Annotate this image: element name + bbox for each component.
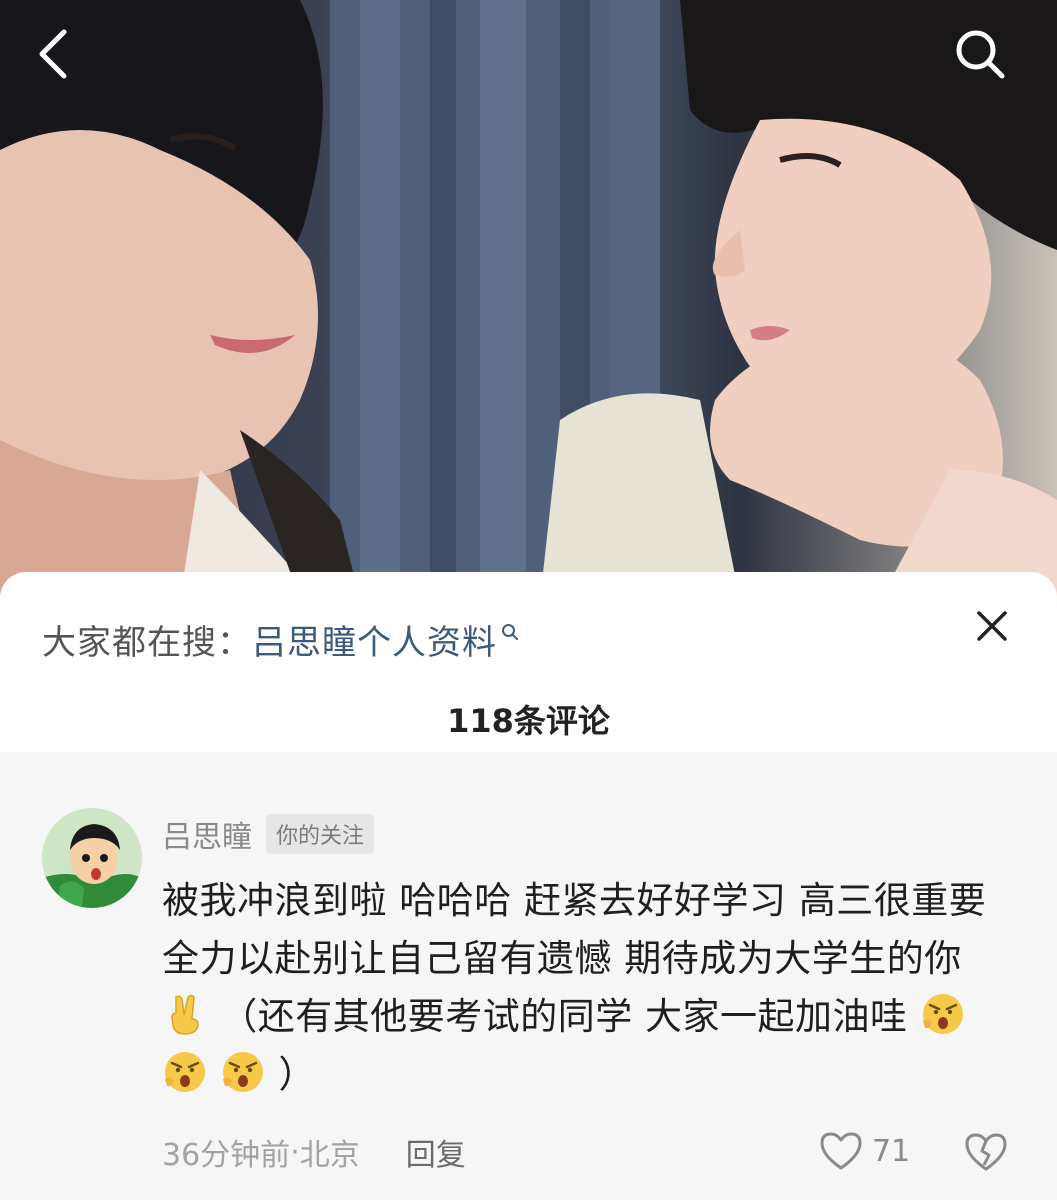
shouting-face-emoji (165, 1052, 205, 1092)
comment-body: 被我冲浪到啦 哈哈哈 赶紧去好好学习 高三很重要 全力以赴别让自己留有遗憾 期待… (162, 879, 987, 980)
author-row: 吕思瞳 你的关注 (162, 812, 375, 856)
small-search-icon (502, 624, 518, 640)
close-icon (977, 611, 1007, 641)
video-image (0, 0, 1057, 600)
victory-hand-emoji (171, 994, 199, 1035)
comment-location: 北京 (299, 1138, 360, 1173)
shouting-face-emoji (223, 1052, 264, 1092)
search-icon (956, 30, 1005, 79)
avatar[interactable] (42, 808, 142, 908)
like-count: 71 (872, 1133, 911, 1169)
shouting-face-emoji (922, 994, 963, 1034)
search-button[interactable] (950, 24, 1010, 84)
chevron-left-icon (39, 29, 67, 79)
hot-search-bar[interactable]: 大家都在搜： 吕思瞳个人资料 (42, 614, 519, 664)
comment-time: 36分钟前 (162, 1138, 291, 1173)
comment-body-end: ） (278, 1053, 317, 1096)
following-badge: 你的关注 (266, 814, 375, 854)
dislike-button[interactable] (960, 1126, 1012, 1178)
comment-count-title: 118条评论 (447, 702, 610, 740)
heart-outline-icon (820, 1132, 862, 1170)
comment-sheet: 大家都在搜： 吕思瞳个人资料 118条评论 吕思瞳 你的关注 被我冲浪到啦 哈哈… (0, 572, 1057, 1200)
cartoon-avatar-image (42, 808, 142, 908)
reply-button[interactable]: 回复 (406, 1130, 466, 1174)
comment-text[interactable]: 被我冲浪到啦 哈哈哈 赶紧去好好学习 高三很重要 全力以赴别让自己留有遗憾 期待… (162, 872, 1012, 1104)
author-name[interactable]: 吕思瞳 (162, 812, 252, 856)
comment-screen: 大家都在搜： 吕思瞳个人资料 118条评论 吕思瞳 你的关注 被我冲浪到啦 哈哈… (0, 0, 1057, 1200)
comment-meta: 36分钟前 · 北京 回复 (162, 1130, 466, 1174)
broken-heart-icon (965, 1133, 1007, 1171)
meta-separator: · (290, 1134, 300, 1170)
comment-item: 吕思瞳 你的关注 被我冲浪到啦 哈哈哈 赶紧去好好学习 高三很重要 全力以赴别让… (0, 752, 1057, 1200)
hot-search-term[interactable]: 吕思瞳个人资料 (252, 615, 497, 664)
hot-search-prefix: 大家都在搜： (42, 622, 252, 663)
like-button[interactable]: 71 (818, 1126, 910, 1176)
close-button[interactable] (968, 602, 1016, 650)
comment-body-continued: （还有其他要考试的同学 大家一起加油哇 (220, 995, 908, 1038)
back-button[interactable] (32, 24, 92, 84)
video-frame[interactable] (0, 0, 1057, 600)
